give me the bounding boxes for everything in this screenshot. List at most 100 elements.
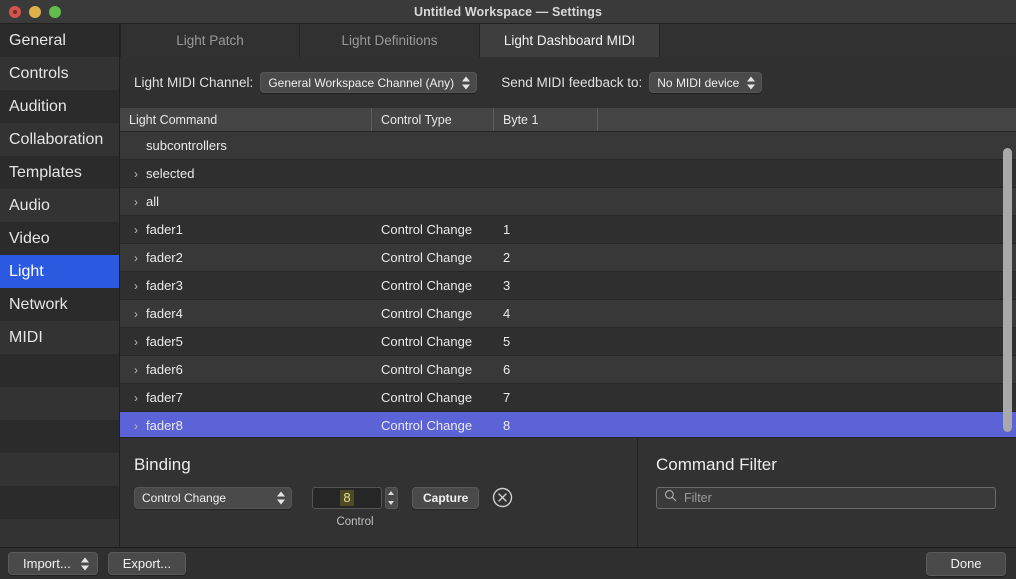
cell-light-command: ›fader4: [120, 306, 372, 321]
sidebar-item-label: Controls: [9, 65, 69, 82]
table-scrollbar[interactable]: [1003, 148, 1012, 432]
sidebar-item-label: MIDI: [9, 329, 43, 346]
cell-control-type: Control Change: [372, 306, 494, 321]
binding-type-select[interactable]: Control Change: [134, 487, 292, 509]
light-command-name: fader8: [146, 418, 183, 433]
cell-light-command: ›fader6: [120, 362, 372, 377]
light-command-name: fader5: [146, 334, 183, 349]
cell-light-command: ›fader5: [120, 334, 372, 349]
capture-button[interactable]: Capture: [412, 487, 479, 509]
disclosure-triangle-icon[interactable]: ›: [126, 420, 146, 432]
sidebar-item-general[interactable]: General: [0, 24, 119, 57]
light-command-name: fader7: [146, 390, 183, 405]
control-number-input[interactable]: 8: [312, 487, 382, 509]
zoom-button[interactable]: [49, 6, 61, 18]
table-row[interactable]: ›fader4Control Change4: [120, 300, 1016, 328]
chevron-updown-icon: [277, 491, 286, 506]
sidebar-item-video[interactable]: Video: [0, 222, 119, 255]
sidebar-item-label: Light: [9, 263, 44, 280]
tab-light-definitions[interactable]: Light Definitions: [300, 24, 480, 57]
send-midi-feedback-select[interactable]: No MIDI device: [649, 72, 762, 93]
disclosure-triangle-icon[interactable]: ›: [126, 364, 146, 376]
disclosure-triangle-icon[interactable]: ›: [126, 224, 146, 236]
table-row[interactable]: ›fader3Control Change3: [120, 272, 1016, 300]
table-row[interactable]: ›fader1Control Change1: [120, 216, 1016, 244]
sidebar-filler-row: [0, 420, 119, 453]
tab-label: Light Definitions: [341, 33, 437, 48]
light-command-name: fader3: [146, 278, 183, 293]
window-title: Untitled Workspace — Settings: [0, 5, 1016, 19]
control-stepper-buttons[interactable]: [385, 487, 398, 509]
disclosure-triangle-icon[interactable]: ›: [126, 252, 146, 264]
scrollbar-thumb[interactable]: [1003, 148, 1012, 432]
control-stepper: 8 Control: [312, 487, 398, 528]
clear-binding-icon[interactable]: [492, 487, 513, 508]
table-row[interactable]: ›fader7Control Change7: [120, 384, 1016, 412]
sidebar-item-light[interactable]: Light: [0, 255, 119, 288]
sidebar-item-label: Video: [9, 230, 50, 247]
table-row[interactable]: ›subcontrollers: [120, 132, 1016, 160]
table-row[interactable]: ›fader2Control Change2: [120, 244, 1016, 272]
command-filter-title: Command Filter: [656, 455, 996, 475]
sidebar-item-collaboration[interactable]: Collaboration: [0, 123, 119, 156]
command-filter-input[interactable]: Filter: [656, 487, 996, 509]
table-row[interactable]: ›fader5Control Change5: [120, 328, 1016, 356]
send-midi-feedback-label: Send MIDI feedback to:: [501, 75, 642, 90]
bottom-bar-left: Import... Export...: [0, 552, 186, 575]
light-command-name: fader6: [146, 362, 183, 377]
sidebar-item-network[interactable]: Network: [0, 288, 119, 321]
table-row[interactable]: ›fader8Control Change8: [120, 412, 1016, 437]
cell-byte1: 2: [494, 250, 598, 265]
binding-section: Binding Control Change 8 Control: [120, 438, 638, 548]
sidebar-item-audio[interactable]: Audio: [0, 189, 119, 222]
sidebar-item-templates[interactable]: Templates: [0, 156, 119, 189]
minimize-button[interactable]: [29, 6, 41, 18]
search-icon: [664, 489, 677, 507]
table-row[interactable]: ›fader6Control Change6: [120, 356, 1016, 384]
disclosure-triangle-icon[interactable]: ›: [126, 196, 146, 208]
sidebar-item-label: Audio: [9, 197, 50, 214]
cell-control-type: Control Change: [372, 418, 494, 433]
sidebar-filler-row: [0, 453, 119, 486]
disclosure-triangle-icon[interactable]: ›: [126, 168, 146, 180]
cell-light-command: ›selected: [120, 166, 372, 181]
column-header-blank[interactable]: [598, 108, 1016, 131]
table-row[interactable]: ›selected: [120, 160, 1016, 188]
close-button[interactable]: [9, 6, 21, 18]
cell-byte1: 5: [494, 334, 598, 349]
disclosure-triangle-icon[interactable]: ›: [126, 308, 146, 320]
sidebar-item-audition[interactable]: Audition: [0, 90, 119, 123]
import-label: Import...: [23, 556, 71, 571]
done-button[interactable]: Done: [926, 552, 1006, 576]
sidebar-item-label: Network: [9, 296, 68, 313]
import-button[interactable]: Import...: [8, 552, 98, 575]
sidebar-filler-row: [0, 387, 119, 420]
tab-light-dashboard-midi[interactable]: Light Dashboard MIDI: [480, 24, 660, 57]
tab-bar: Light Patch Light Definitions Light Dashbo…: [120, 24, 1016, 57]
disclosure-triangle-icon[interactable]: ›: [126, 392, 146, 404]
light-midi-channel-value: General Workspace Channel (Any): [268, 76, 454, 90]
table-body[interactable]: ›subcontrollers›selected›all›fader1Contr…: [120, 132, 1016, 437]
light-command-name: all: [146, 194, 159, 209]
export-button[interactable]: Export...: [108, 552, 186, 575]
column-header-byte-1[interactable]: Byte 1: [494, 108, 598, 131]
tab-light-patch[interactable]: Light Patch: [120, 24, 300, 57]
cell-byte1: 4: [494, 306, 598, 321]
disclosure-triangle-icon[interactable]: ›: [126, 336, 146, 348]
settings-sidebar[interactable]: General Controls AuditionCollaborationTemp…: [0, 24, 120, 547]
chevron-updown-icon: [462, 75, 471, 90]
disclosure-triangle-icon[interactable]: ›: [126, 280, 146, 292]
cell-control-type: Control Change: [372, 334, 494, 349]
control-field-label: Control: [312, 516, 398, 528]
column-header-light-command[interactable]: Light Command: [120, 108, 372, 131]
light-midi-channel-select[interactable]: General Workspace Channel (Any): [260, 72, 477, 93]
detail-panel: Binding Control Change 8 Control: [120, 437, 1016, 547]
sidebar-item-controls[interactable]: Controls: [0, 57, 119, 90]
command-filter-placeholder: Filter: [684, 491, 712, 505]
column-header-control-type[interactable]: Control Type: [372, 108, 494, 131]
cell-light-command: ›fader3: [120, 278, 372, 293]
send-midi-feedback-value: No MIDI device: [657, 76, 739, 90]
sidebar-item-midi[interactable]: MIDI: [0, 321, 119, 354]
light-command-name: selected: [146, 166, 194, 181]
table-row[interactable]: ›all: [120, 188, 1016, 216]
